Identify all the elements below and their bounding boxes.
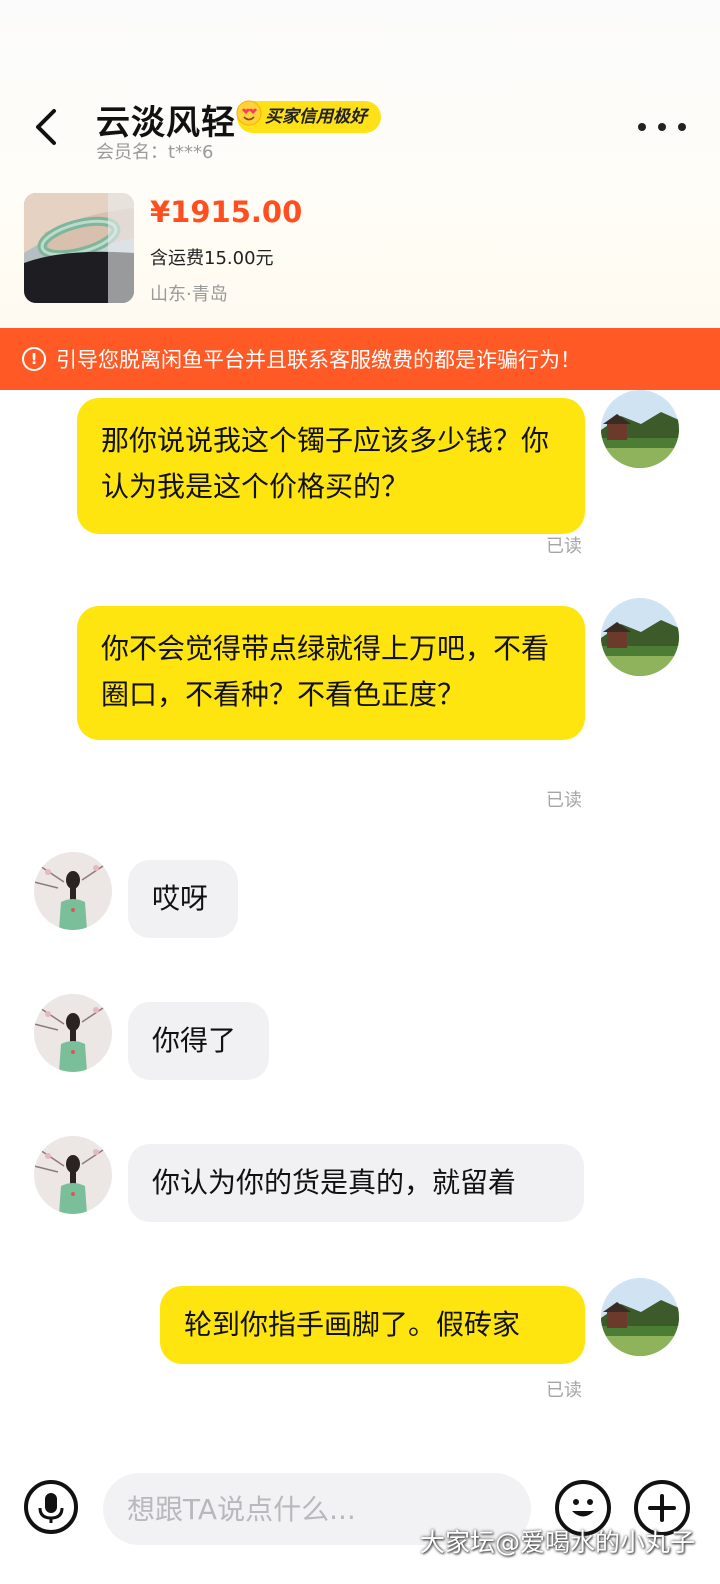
message-bubble-sent[interactable]: 轮到你指手画脚了。假砖家 bbox=[160, 1286, 585, 1364]
jade-bangle-photo bbox=[24, 193, 134, 303]
message-text: 你认为你的货是真的，就留着 bbox=[152, 1166, 517, 1199]
read-status: 已读 bbox=[546, 1380, 582, 1401]
back-icon bbox=[36, 109, 56, 145]
more-button[interactable] bbox=[638, 112, 686, 142]
product-image[interactable] bbox=[24, 193, 134, 303]
watermark: 大家坛@爱喝水的小丸子 bbox=[420, 1528, 696, 1557]
voice-button[interactable] bbox=[24, 1480, 78, 1534]
contact-avatar[interactable] bbox=[34, 994, 112, 1072]
chat-title[interactable]: 云淡风轻 bbox=[96, 95, 236, 144]
message-text: 哎呀 bbox=[152, 882, 209, 915]
heart-eyes-icon bbox=[236, 100, 262, 126]
message-bubble-received[interactable]: 你认为你的货是真的，就留着 bbox=[128, 1144, 584, 1222]
fraud-warning-banner: ! 引导您脱离闲鱼平台并且联系客服缴费的都是诈骗行为！ bbox=[0, 328, 720, 390]
warning-text: 引导您脱离闲鱼平台并且联系客服缴费的都是诈骗行为！ bbox=[56, 348, 581, 372]
contact-avatar[interactable] bbox=[34, 852, 112, 930]
read-status: 已读 bbox=[546, 536, 582, 557]
back-button[interactable] bbox=[30, 105, 66, 149]
message-bubble-received[interactable]: 哎呀 bbox=[128, 860, 238, 938]
message-text: 你不会觉得带点绿就得上万吧，不看圈口，不看种？不看色正度？ bbox=[101, 632, 550, 711]
garden-avatar-image bbox=[601, 1278, 679, 1356]
garden-avatar-image bbox=[601, 390, 679, 468]
message-bubble-sent[interactable]: 你不会觉得带点绿就得上万吧，不看圈口，不看种？不看色正度？ bbox=[77, 606, 585, 740]
my-avatar[interactable] bbox=[601, 598, 679, 676]
member-name: 会员名：t***6 bbox=[96, 142, 214, 163]
message-bubble-received[interactable]: 你得了 bbox=[128, 1002, 269, 1080]
my-avatar[interactable] bbox=[601, 1278, 679, 1356]
contact-avatar-image bbox=[34, 1136, 112, 1214]
contact-avatar-image bbox=[34, 852, 112, 930]
contact-avatar-image bbox=[34, 994, 112, 1072]
garden-avatar-image bbox=[601, 598, 679, 676]
my-avatar[interactable] bbox=[601, 390, 679, 468]
message-text: 那你说说我这个镯子应该多少钱？你认为我是这个价格买的？ bbox=[101, 424, 550, 503]
message-bubble-sent[interactable]: 那你说说我这个镯子应该多少钱？你认为我是这个价格买的？ bbox=[77, 398, 585, 534]
contact-avatar[interactable] bbox=[34, 1136, 112, 1214]
more-icon bbox=[638, 123, 646, 131]
microphone-icon bbox=[38, 1493, 64, 1523]
read-status: 已读 bbox=[546, 790, 582, 811]
message-text: 你得了 bbox=[152, 1024, 237, 1057]
product-location: 山东·青岛 bbox=[150, 284, 228, 305]
product-price: ¥1915.00 bbox=[150, 195, 303, 229]
shipping-fee: 含运费15.00元 bbox=[150, 248, 274, 269]
warning-icon: ! bbox=[22, 347, 46, 371]
message-text: 轮到你指手画脚了。假砖家 bbox=[184, 1308, 521, 1341]
